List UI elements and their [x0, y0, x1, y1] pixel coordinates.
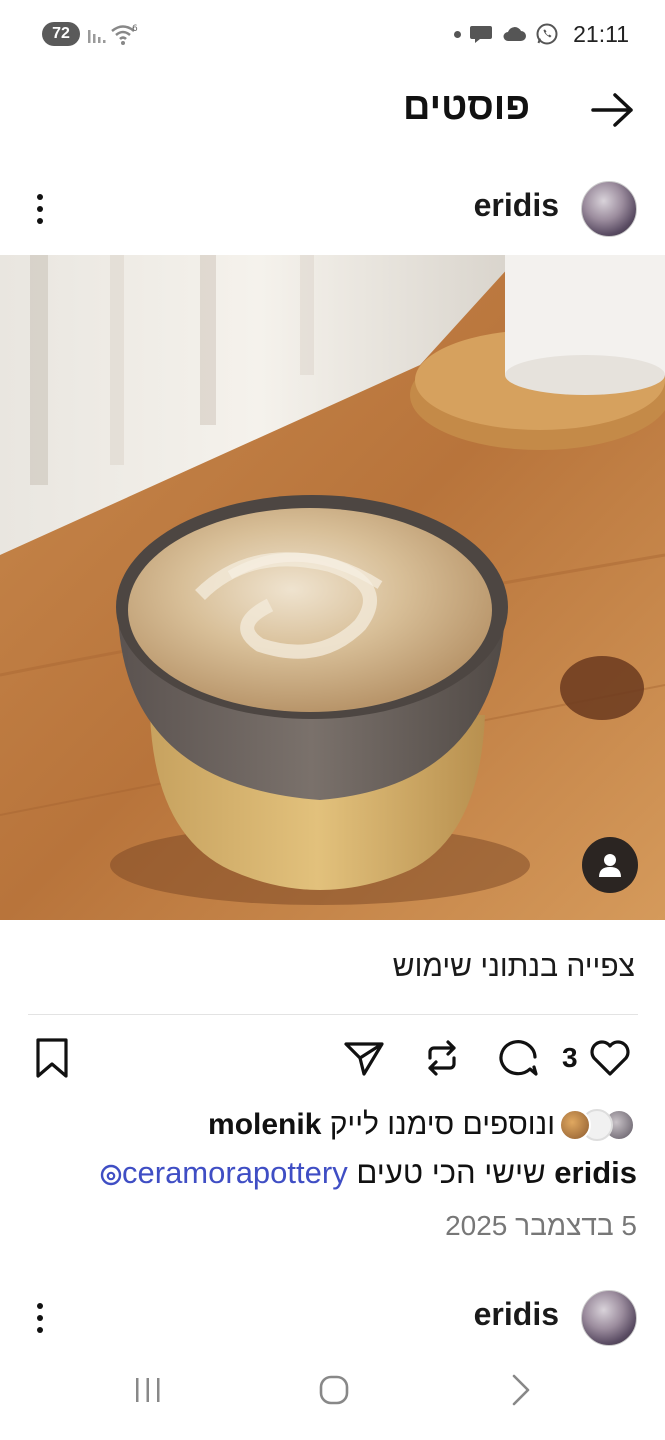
battery-level: 72 — [52, 25, 70, 42]
more-options-icon[interactable] — [30, 191, 50, 227]
post-actions: 3 — [0, 1030, 665, 1086]
mention-handle[interactable]: ceramorapottery — [122, 1155, 348, 1190]
view-insights-link[interactable]: צפייה בנתוני שימוש — [393, 950, 635, 984]
top-bar: פוסטים — [0, 72, 665, 148]
clock: 21:11 — [573, 20, 629, 47]
caption-mention[interactable]: ceramorapottery — [100, 1155, 348, 1190]
coffee-photo — [0, 255, 665, 920]
bookmark-icon[interactable] — [30, 1036, 74, 1080]
cloud-icon — [503, 27, 527, 41]
next-post-header: eridis — [0, 1282, 665, 1352]
likes-summary[interactable]: ונוספים סימנו לייק molenik — [208, 1105, 635, 1145]
home-icon[interactable] — [316, 1372, 352, 1408]
back-arrow-icon[interactable] — [591, 92, 635, 128]
wifi-badge: 6 — [132, 24, 138, 34]
back-icon[interactable] — [502, 1372, 538, 1408]
status-right: 21:11 — [454, 18, 629, 50]
comment-icon[interactable] — [497, 1036, 541, 1080]
post-date: 5 בדצמבר 2025 — [445, 1210, 637, 1241]
likes-user[interactable]: molenik — [208, 1108, 321, 1141]
repost-icon[interactable] — [420, 1036, 464, 1080]
more-options-icon[interactable] — [30, 1300, 50, 1336]
heart-icon[interactable] — [588, 1036, 632, 1080]
post-header: eridis — [0, 173, 665, 243]
likes-suffix: ונוספים סימנו לייק — [329, 1108, 555, 1141]
chat-icon — [470, 26, 493, 43]
threads-icon — [100, 1164, 122, 1186]
liker-avatars — [559, 1109, 635, 1141]
post-username[interactable]: eridis — [474, 1296, 559, 1333]
status-bar: 72 6 21:11 — [0, 0, 665, 68]
share-icon[interactable] — [342, 1036, 386, 1080]
post-caption: eridis שישי הכי טעים ceramorapottery — [100, 1155, 637, 1191]
battery-indicator: 72 — [42, 22, 80, 46]
avatar[interactable] — [581, 181, 637, 237]
page-title: פוסטים — [403, 86, 530, 128]
post-username[interactable]: eridis — [474, 187, 559, 224]
post-image[interactable] — [0, 255, 665, 920]
liker-avatar — [559, 1109, 591, 1141]
avatar[interactable] — [581, 1290, 637, 1346]
notification-dot — [454, 30, 462, 38]
like-count[interactable]: 3 — [562, 1042, 578, 1074]
whatsapp-icon — [536, 23, 558, 45]
wifi-icon: 6 — [111, 24, 138, 45]
caption-text: שישי הכי טעים — [356, 1155, 546, 1190]
person-icon — [599, 854, 621, 877]
signal-icon — [88, 30, 106, 43]
tagged-users-button[interactable] — [582, 837, 638, 893]
divider — [28, 1014, 638, 1015]
caption-username[interactable]: eridis — [554, 1155, 637, 1190]
likes-text: ונוספים סימנו לייק molenik — [208, 1108, 555, 1142]
system-nav-bar — [0, 1350, 665, 1440]
recent-apps-icon[interactable] — [130, 1372, 166, 1408]
